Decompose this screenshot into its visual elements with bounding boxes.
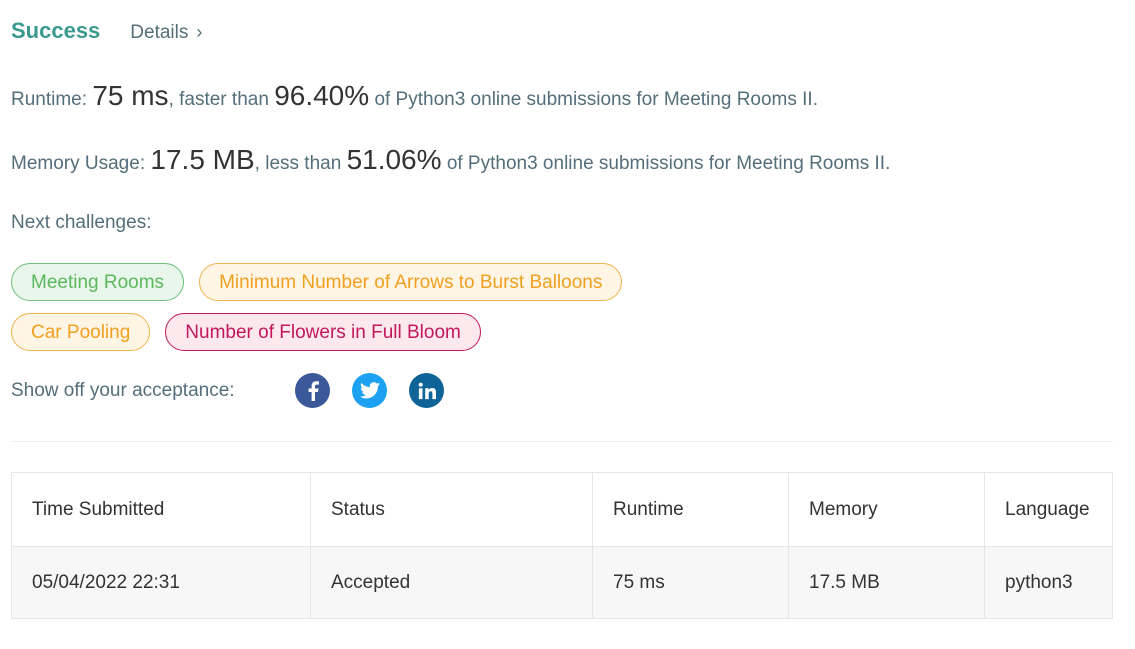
linkedin-icon[interactable]: [409, 373, 444, 408]
column-header-runtime: Runtime: [592, 472, 789, 547]
cell-runtime: 75 ms: [592, 546, 789, 619]
table-row: 05/04/2022 22:31 Accepted 75 ms 17.5 MB …: [11, 546, 1113, 619]
challenge-chip-car-pooling[interactable]: Car Pooling: [11, 313, 151, 351]
runtime-stat: Runtime: 75 ms, faster than 96.40% of Py…: [11, 80, 818, 112]
column-header-memory: Memory: [788, 472, 985, 547]
share-row: Show off your acceptance:: [11, 373, 466, 408]
memory-label: Memory Usage:: [11, 153, 146, 174]
details-link-label: Details: [130, 22, 189, 43]
column-header-status: Status: [310, 472, 593, 547]
runtime-percentile: 96.40%: [274, 80, 370, 111]
result-status-title: Success: [11, 18, 101, 43]
cell-memory: 17.5 MB: [788, 546, 985, 619]
memory-percentile: 51.06%: [346, 144, 442, 175]
next-challenges-label: Next challenges:: [11, 212, 152, 233]
runtime-label: Runtime:: [11, 89, 88, 110]
cell-language: python3: [984, 546, 1113, 619]
details-link[interactable]: Details ›: [130, 22, 202, 44]
facebook-icon[interactable]: [295, 373, 330, 408]
runtime-suffix: of Python3 online submissions for Meetin…: [374, 89, 818, 110]
chevron-right-icon: ›: [196, 22, 203, 42]
challenge-row: Car Pooling Number of Flowers in Full Bl…: [11, 313, 481, 351]
table-header-row: Time Submitted Status Runtime Memory Lan…: [11, 472, 1113, 547]
memory-value: 17.5 MB: [150, 144, 255, 175]
cell-time-submitted: 05/04/2022 22:31: [11, 546, 311, 619]
challenge-chip-meeting-rooms[interactable]: Meeting Rooms: [11, 263, 185, 301]
memory-mid-text: , less than: [254, 153, 342, 174]
memory-stat: Memory Usage: 17.5 MB, less than 51.06% …: [11, 144, 890, 176]
submissions-table: Time Submitted Status Runtime Memory Lan…: [11, 472, 1113, 619]
column-header-language: Language: [984, 472, 1113, 547]
result-header: Success Details ›: [11, 18, 202, 50]
runtime-mid-text: , faster than: [168, 89, 269, 110]
twitter-icon[interactable]: [352, 373, 387, 408]
runtime-value: 75 ms: [92, 80, 169, 111]
memory-suffix: of Python3 online submissions for Meetin…: [446, 153, 891, 174]
share-label: Show off your acceptance:: [11, 379, 235, 401]
column-header-time-submitted: Time Submitted: [11, 472, 311, 547]
challenge-chip-minimum-arrows[interactable]: Minimum Number of Arrows to Burst Balloo…: [199, 263, 623, 301]
section-divider: [11, 441, 1113, 442]
challenge-chip-flowers-full-bloom[interactable]: Number of Flowers in Full Bloom: [165, 313, 481, 351]
challenge-row: Meeting Rooms Minimum Number of Arrows t…: [11, 263, 623, 301]
cell-status-link[interactable]: Accepted: [310, 546, 593, 619]
